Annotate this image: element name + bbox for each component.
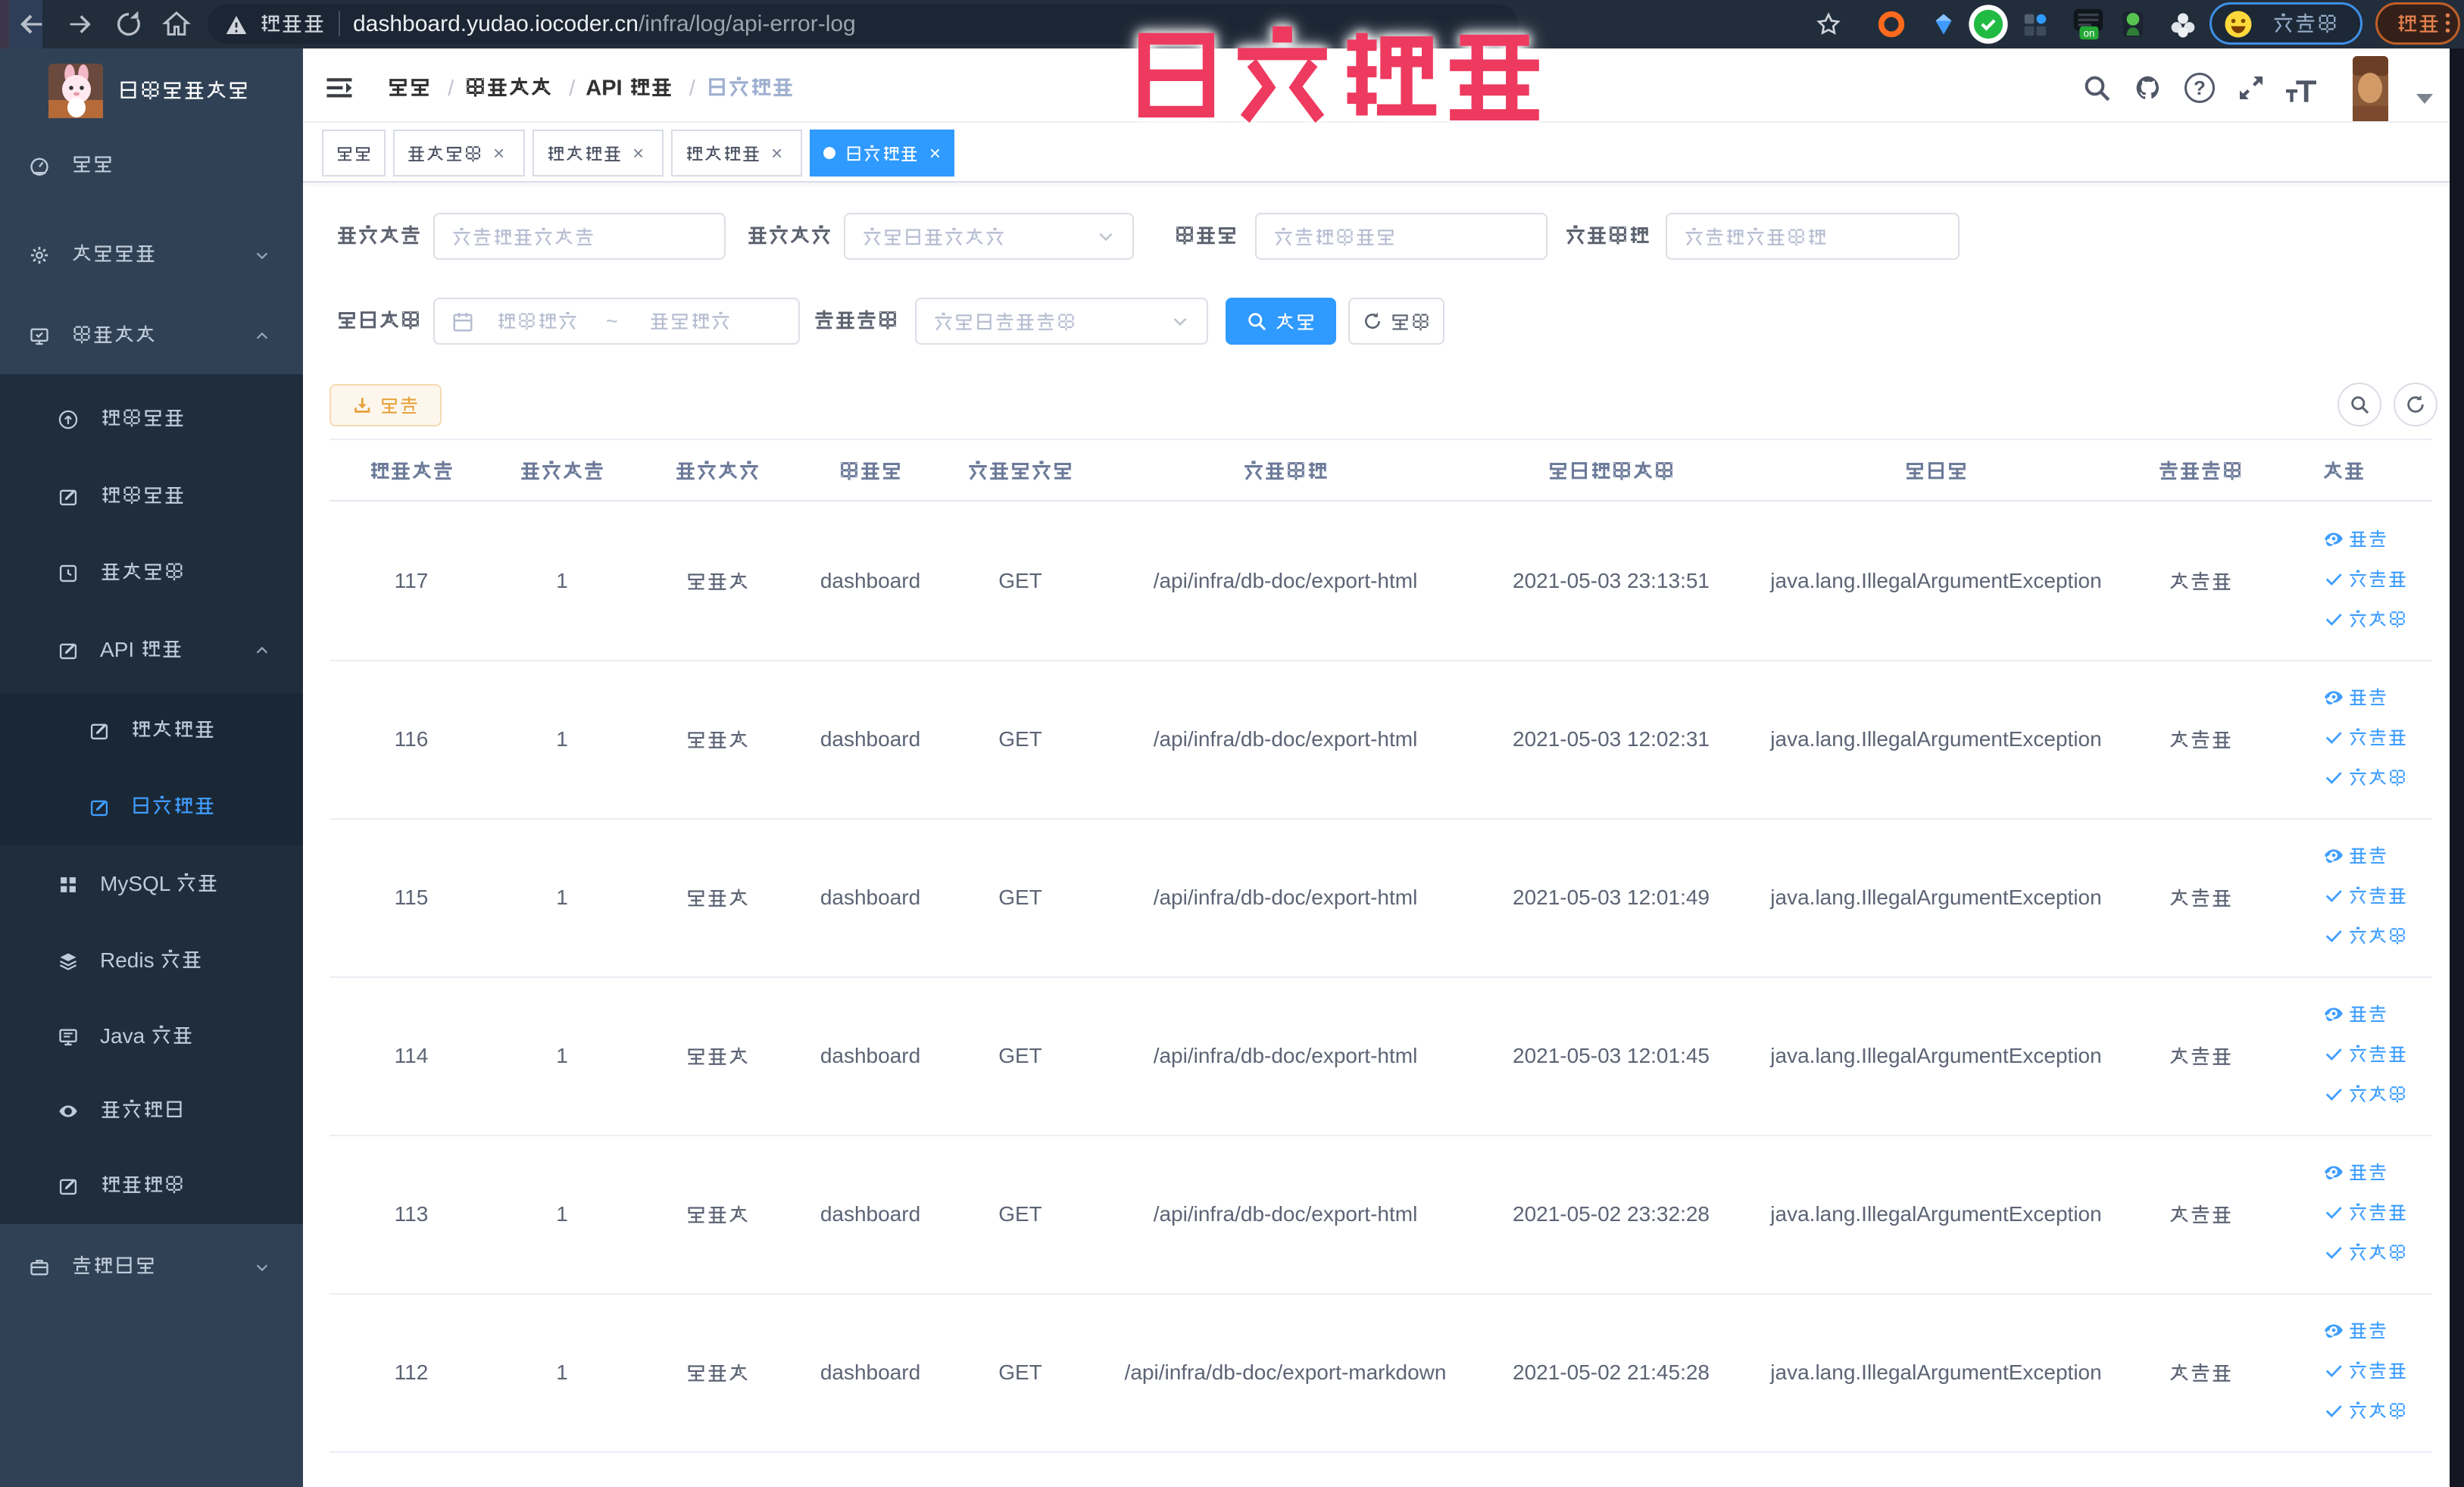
svg-text:on: on bbox=[2083, 28, 2094, 39]
